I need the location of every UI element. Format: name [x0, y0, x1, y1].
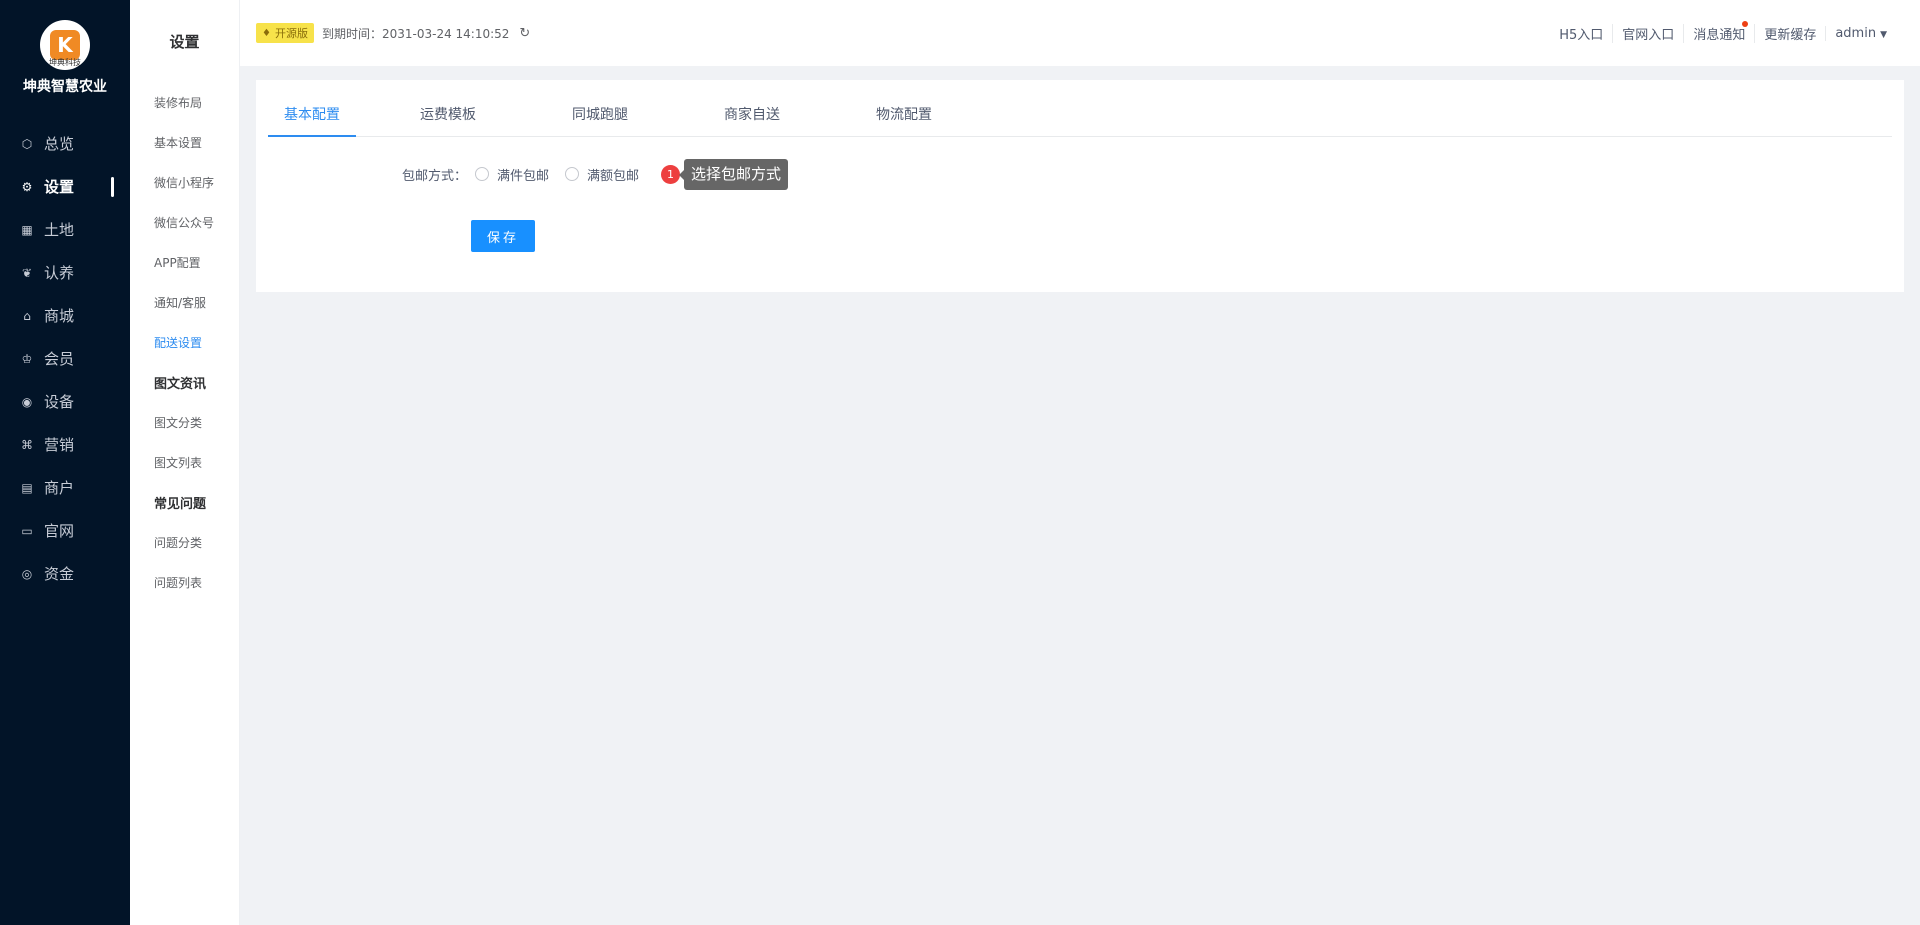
nav-item-6[interactable]: ◉ 设备	[0, 380, 130, 423]
submenu-item[interactable]: 基本设置	[130, 122, 239, 162]
top-header: ♦ 开源版 到期时间：2031-03-24 14:10:52 ↻ H5入口 官网…	[240, 0, 1920, 66]
radio-full-quantity[interactable]: 满件包邮	[475, 165, 549, 184]
free-shipping-label: 包邮方式：	[402, 168, 468, 184]
free-shipping-row: 包邮方式： 满件包邮 满额包邮 1 选择包邮方式	[402, 158, 789, 190]
notifications-label: 消息通知	[1693, 27, 1746, 43]
coin-icon: ◎	[21, 566, 33, 581]
diamond-icon: ♦	[262, 27, 271, 39]
radio-label: 满件包邮	[497, 168, 550, 184]
shop-icon: ⌂	[23, 308, 31, 323]
nav-item-7[interactable]: ⌘ 营销	[0, 423, 130, 466]
submenu-item[interactable]: 装修布局	[130, 82, 239, 122]
crown-icon: ♔	[21, 351, 33, 366]
tab-0[interactable]: 基本配置	[268, 98, 356, 137]
submenu-item[interactable]: 配送设置	[130, 322, 239, 362]
brand-logo[interactable]: K 坤典科技	[40, 20, 90, 70]
nav-label: 官网	[44, 522, 75, 540]
nav-item-2[interactable]: ▦ 土地	[0, 208, 130, 251]
radio-full-amount[interactable]: 满额包邮	[565, 165, 639, 184]
nav-label: 会员	[44, 350, 75, 368]
sprout-icon: ❦	[21, 265, 33, 280]
main-sidebar: K 坤典科技 坤典智慧农业 ⬡ 总览 ⚙ 设置 ▦ 土地 ❦ 认养 ⌂ 商城 ♔ 会员 ◉ 设备 ⌘ 营销 ▤ 商…	[0, 0, 130, 925]
tab-2[interactable]: 同城跑腿	[540, 98, 660, 136]
submenu-item[interactable]: 问题分类	[130, 522, 239, 562]
tab-1[interactable]: 运费模板	[388, 98, 508, 136]
gear-icon: ⚙	[21, 179, 33, 194]
nav-label: 商城	[44, 307, 75, 325]
save-button[interactable]: 保存	[471, 220, 535, 252]
tab-3[interactable]: 商家自送	[692, 98, 812, 136]
submenu-title: 设置	[169, 32, 200, 51]
guide-tooltip: 选择包邮方式	[679, 158, 789, 190]
edition-label: 开源版	[274, 27, 308, 40]
window-icon: ▭	[21, 523, 33, 538]
submenu-group-heading: 图文资讯	[154, 376, 207, 392]
update-cache-link[interactable]: 更新缓存	[1754, 23, 1825, 43]
settings-submenu: 设置 装修布局 基本设置 微信小程序 微信公众号 APP配置 通知/客服 配送设置图文资讯图…	[130, 0, 240, 925]
user-menu[interactable]: admin ▼	[1825, 25, 1896, 41]
radio-circle[interactable]	[475, 167, 490, 181]
expire-time: 到期时间：2031-03-24 14:10:52	[321, 26, 510, 41]
nav-label: 设备	[44, 393, 75, 411]
nav-label: 总览	[44, 135, 75, 153]
merchant-icon: ▤	[21, 480, 33, 495]
nav-item-4[interactable]: ⌂ 商城	[0, 294, 130, 337]
nav-item-9[interactable]: ▭ 官网	[0, 509, 130, 552]
submenu-item[interactable]: APP配置	[130, 242, 239, 282]
brand-block: K 坤典科技 坤典智慧农业	[0, 0, 130, 100]
submenu-item[interactable]: 通知/客服	[130, 282, 239, 322]
config-tabs: 基本配置 运费模板 同城跑腿 商家自送 物流配置	[268, 98, 1892, 137]
tab-4[interactable]: 物流配置	[844, 98, 964, 136]
notification-dot	[1742, 20, 1749, 27]
header-links: H5入口 官网入口 消息通知 更新缓存 admin ▼	[1550, 0, 1896, 66]
nav-label: 资金	[44, 565, 75, 583]
nav-item-0[interactable]: ⬡ 总览	[0, 122, 130, 165]
submenu-item[interactable]: 微信公众号	[130, 202, 239, 242]
nav-label: 认养	[44, 264, 75, 282]
website-entry-link[interactable]: 官网入口	[1612, 23, 1683, 43]
logo-caption: 坤典科技	[49, 58, 81, 67]
caret-down-icon: ▼	[1880, 29, 1887, 40]
nav-item-8[interactable]: ▤ 商户	[0, 466, 130, 509]
command-icon: ⌘	[21, 437, 33, 452]
nav-item-10[interactable]: ◎ 资金	[0, 552, 130, 595]
submenu-item[interactable]: 微信小程序	[130, 162, 239, 202]
submenu-item[interactable]: 图文分类	[130, 402, 239, 442]
grid-icon: ▦	[21, 222, 33, 237]
nav-item-3[interactable]: ❦ 认养	[0, 251, 130, 294]
dashboard-icon: ⬡	[21, 136, 33, 151]
content-card: 基本配置 运费模板 同城跑腿 商家自送 物流配置 包邮方式： 满件包邮 满额包邮 1 选…	[256, 80, 1904, 292]
submenu-list: 装修布局 基本设置 微信小程序 微信公众号 APP配置 通知/客服 配送设置图文资讯图文分类…	[130, 82, 239, 602]
nav-label: 商户	[44, 479, 75, 497]
nav-item-1[interactable]: ⚙ 设置	[0, 165, 130, 208]
nav-label: 土地	[44, 221, 75, 239]
h5-entry-link[interactable]: H5入口	[1550, 24, 1612, 43]
location-icon: ◉	[21, 394, 33, 409]
radio-circle[interactable]	[565, 167, 580, 181]
nav-label: 设置	[44, 178, 75, 196]
submenu-item[interactable]: 问题列表	[130, 562, 239, 602]
logo-mark: K	[50, 30, 80, 60]
radio-label: 满额包邮	[587, 168, 640, 184]
brand-name: 坤典智慧农业	[23, 79, 107, 95]
submenu-item[interactable]: 图文列表	[130, 442, 239, 482]
nav-item-5[interactable]: ♔ 会员	[0, 337, 130, 380]
submenu-group-heading: 常见问题	[154, 496, 207, 512]
username: admin	[1835, 25, 1877, 41]
main-nav: ⬡ 总览 ⚙ 设置 ▦ 土地 ❦ 认养 ⌂ 商城 ♔ 会员 ◉ 设备 ⌘ 营销 ▤ 商户 ▭ 官网 ◎ 资金	[0, 122, 130, 595]
refresh-icon[interactable]: ↻	[519, 26, 530, 41]
step-marker: 1	[661, 164, 681, 184]
nav-label: 营销	[44, 436, 75, 454]
notifications-link[interactable]: 消息通知	[1683, 20, 1754, 43]
edition-badge: ♦ 开源版	[256, 23, 314, 43]
